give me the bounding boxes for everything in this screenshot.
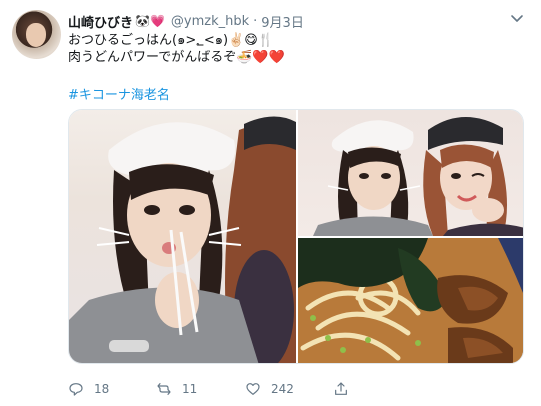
author-badge-emoji: 🐼💗 <box>135 14 165 28</box>
tweet-actions: 18 11 242 <box>68 380 368 398</box>
media-grid <box>68 109 524 364</box>
tweet-text: おつひるごっはん(๑>؂<๑)✌🏻😋🍴 肉うどんパワーでがんばるぞ🍜❤️❤️ <box>68 32 285 66</box>
share-action[interactable] <box>333 380 359 398</box>
photo-top-right[interactable] <box>298 110 523 236</box>
like-action[interactable]: 242 <box>245 380 294 398</box>
tweet-text-line-1: おつひるごっはん(๑>؂<๑)✌🏻😋🍴 <box>68 33 274 48</box>
photo-top-right-illustration <box>313 116 523 236</box>
tweet-date[interactable]: 9月3日 <box>261 12 304 31</box>
retweet-action[interactable]: 11 <box>156 380 197 398</box>
reply-action[interactable]: 18 <box>68 380 109 398</box>
photo-left[interactable] <box>69 110 296 363</box>
tweet-card: 山崎ひびき 🐼💗 @ymzk_hbk · 9月3日 おつひるごっはん(๑>؂<๑… <box>0 0 541 406</box>
avatar[interactable] <box>12 10 61 59</box>
photo-left-illustration <box>69 116 296 363</box>
photo-bottom-right[interactable] <box>298 238 523 363</box>
retweet-count: 11 <box>182 382 198 396</box>
share-icon <box>335 382 347 395</box>
author-display-name[interactable]: 山崎ひびき <box>68 12 133 31</box>
like-icon <box>246 383 260 395</box>
retweet-icon <box>157 383 171 395</box>
like-count: 242 <box>271 382 294 396</box>
photo-bottom-right-illustration <box>298 238 523 363</box>
tweet-text-line-2: 肉うどんパワーでがんばるぞ🍜❤️❤️ <box>68 50 285 65</box>
reply-icon <box>69 383 83 396</box>
avatar-face <box>26 23 46 47</box>
separator-dot: · <box>253 13 258 29</box>
hashtag-link[interactable]: #キコーナ海老名 <box>68 84 170 103</box>
author-handle[interactable]: @ymzk_hbk <box>171 14 249 29</box>
chevron-down-icon[interactable] <box>509 10 525 26</box>
tweet-header: 山崎ひびき 🐼💗 @ymzk_hbk · 9月3日 <box>68 11 304 31</box>
reply-count: 18 <box>94 382 110 396</box>
